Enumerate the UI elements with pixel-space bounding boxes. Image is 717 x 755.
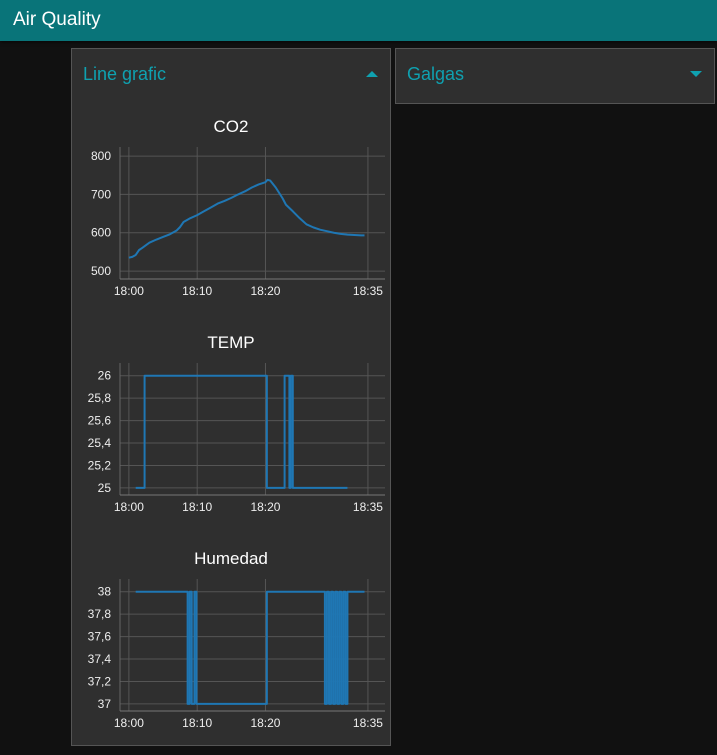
caret-up-icon[interactable] xyxy=(366,71,378,77)
y-tick-label: 700 xyxy=(91,187,111,201)
y-tick-label: 37,6 xyxy=(88,630,112,644)
caret-down-icon[interactable] xyxy=(690,71,702,77)
y-tick-label: 25,2 xyxy=(88,458,112,472)
y-tick-label: 600 xyxy=(91,226,111,240)
chart-title-humedad: Humedad xyxy=(194,549,268,568)
y-tick-label: 37,8 xyxy=(88,607,112,621)
app-toolbar: Air Quality xyxy=(0,0,717,41)
app-title: Air Quality xyxy=(13,9,101,30)
x-tick-label: 18:35 xyxy=(353,500,383,514)
x-tick-label: 18:20 xyxy=(250,716,280,730)
chart-title-temp: TEMP xyxy=(207,333,255,352)
x-tick-label: 18:10 xyxy=(182,500,212,514)
x-tick-label: 18:20 xyxy=(250,500,280,514)
group-header-line-grafic[interactable]: Line grafic xyxy=(72,49,390,99)
y-tick-label: 500 xyxy=(91,264,111,278)
y-tick-label: 25,4 xyxy=(88,436,112,450)
y-tick-label: 25,6 xyxy=(88,414,112,428)
x-tick-label: 18:00 xyxy=(114,716,144,730)
group-title: Galgas xyxy=(407,64,465,84)
y-tick-label: 25 xyxy=(98,481,112,495)
x-tick-label: 18:00 xyxy=(114,284,144,298)
group-line-grafic: Line grafic CO2 800 700 600 500 18:00 18:10 18… xyxy=(71,48,391,746)
series-line xyxy=(135,590,365,705)
x-tick-label: 18:35 xyxy=(353,284,383,298)
y-tick-label: 800 xyxy=(91,149,111,163)
series-line xyxy=(128,178,365,259)
x-tick-label: 18:10 xyxy=(182,284,212,298)
x-tick-label: 18:00 xyxy=(114,500,144,514)
y-tick-label: 37 xyxy=(98,697,112,711)
group-header-galgas[interactable]: Galgas xyxy=(396,49,714,99)
temp-chart: 26 25,8 25,6 25,4 25,2 2518:00 18:10 18:20 18:35 xyxy=(88,363,385,514)
co2-chart: 800 700 600 50018:00 18:10 18:20 18:35 xyxy=(91,147,385,298)
x-tick-label: 18:20 xyxy=(250,284,280,298)
y-tick-label: 37,2 xyxy=(88,674,112,688)
series-line xyxy=(135,374,348,489)
x-tick-label: 18:10 xyxy=(182,716,212,730)
group-galgas: Galgas xyxy=(395,48,715,104)
x-tick-label: 18:35 xyxy=(353,716,383,730)
chart-title-co2: CO2 xyxy=(213,117,249,136)
y-tick-label: 25,8 xyxy=(88,391,112,405)
y-tick-label: 38 xyxy=(98,585,112,599)
y-tick-label: 26 xyxy=(98,369,112,383)
group-title: Line grafic xyxy=(83,64,167,84)
humedad-chart: 38 37,8 37,6 37,4 37,2 3718:00 18:10 18:20 18:35 xyxy=(88,579,385,730)
y-tick-label: 37,4 xyxy=(88,652,112,666)
